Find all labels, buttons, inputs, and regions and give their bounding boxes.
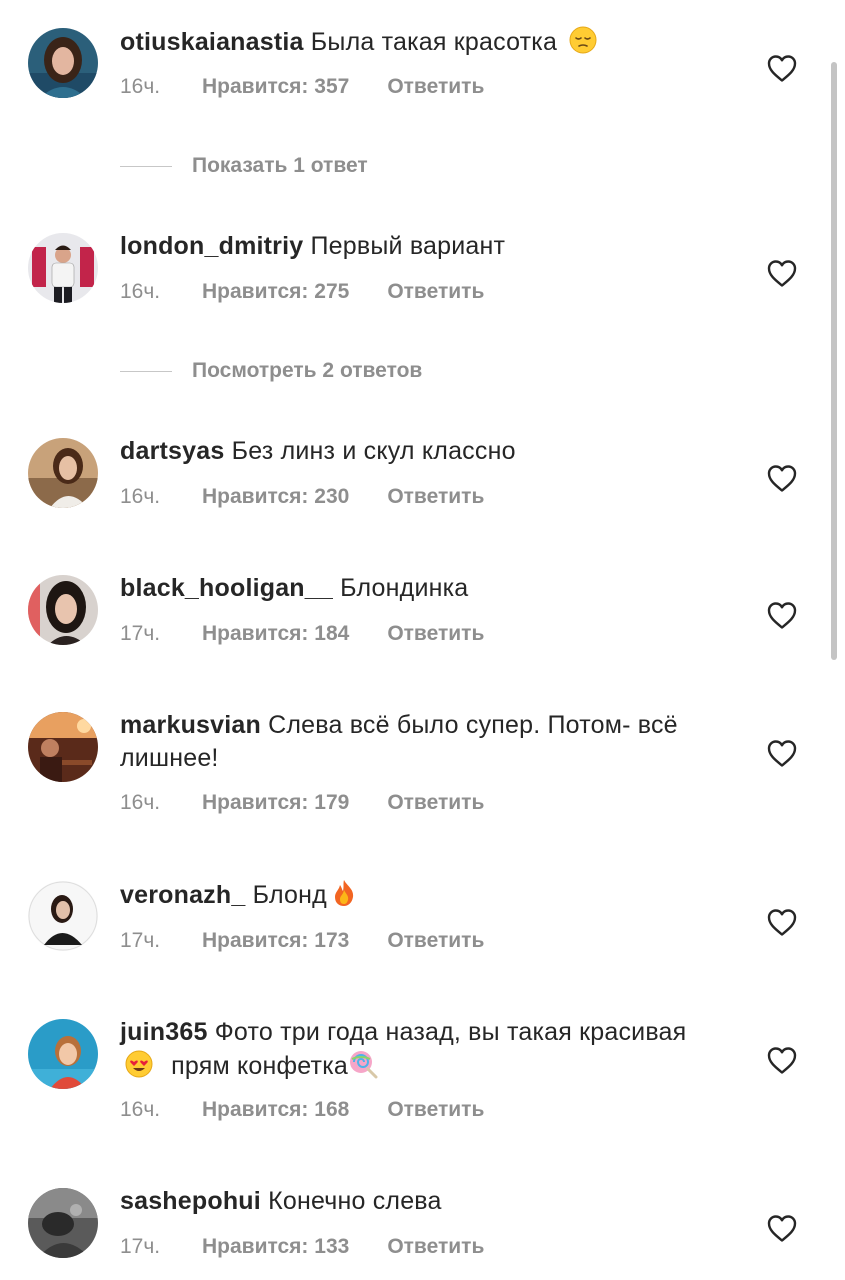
comment-text: dartsyas Без линз и скул классно: [120, 435, 720, 468]
timestamp: 17ч.: [120, 929, 161, 952]
likes-count[interactable]: Нравится: 230: [202, 485, 349, 509]
timestamp: 16ч.: [120, 791, 161, 814]
heart-outline-icon[interactable]: [766, 907, 798, 937]
lollipop-emoji: [350, 1051, 378, 1079]
fire-emoji: [334, 880, 354, 906]
likes-count[interactable]: Нравится: 184: [202, 622, 349, 646]
likes-count[interactable]: Нравится: 179: [202, 791, 349, 815]
avatar[interactable]: [28, 1188, 98, 1258]
username[interactable]: london_dmitriy: [120, 232, 303, 260]
view-replies-button[interactable]: Показать 1 ответ: [120, 151, 368, 181]
reply-button[interactable]: Ответить: [387, 622, 484, 646]
likes-count[interactable]: Нравится: 133: [202, 1235, 349, 1259]
heart-outline-icon[interactable]: [766, 1045, 798, 1075]
comment-text: black_hooligan__ Блондинка: [120, 572, 720, 605]
reply-button[interactable]: Ответить: [387, 791, 484, 815]
avatar[interactable]: [28, 28, 98, 98]
avatar[interactable]: [28, 438, 98, 508]
heart-outline-icon[interactable]: [766, 463, 798, 493]
comment-meta: 16ч. Нравится: 357 Ответить: [120, 75, 484, 99]
divider-line: [120, 165, 172, 167]
likes-count[interactable]: Нравится: 357: [202, 75, 349, 99]
comment-meta: 17ч. Нравится: 184 Ответить: [120, 622, 484, 646]
scrollbar[interactable]: [831, 62, 837, 660]
avatar[interactable]: [28, 712, 98, 782]
reply-button[interactable]: Ответить: [387, 485, 484, 509]
heart-outline-icon[interactable]: [766, 53, 798, 83]
divider-line: [120, 370, 172, 372]
comment-meta: 16ч. Нравится: 168 Ответить: [120, 1098, 484, 1122]
likes-count[interactable]: Нравится: 275: [202, 280, 349, 304]
comment-meta: 17ч. Нравится: 133 Ответить: [120, 1235, 484, 1259]
comment-body: Первый вариант: [310, 232, 506, 260]
username[interactable]: otiuskaianastia: [120, 28, 304, 56]
heart-outline-icon[interactable]: [766, 600, 798, 630]
avatar[interactable]: [28, 233, 98, 303]
comment-meta: 16ч. Нравится: 179 Ответить: [120, 791, 484, 815]
view-replies-button[interactable]: Посмотреть 2 ответов: [120, 356, 422, 386]
comment-text: markusvian Слева всё было супер. Потом- …: [120, 709, 720, 775]
comment-meta: 17ч. Нравится: 173 Ответить: [120, 929, 484, 953]
heart-outline-icon[interactable]: [766, 1213, 798, 1243]
timestamp: 16ч.: [120, 1098, 161, 1121]
comment-meta: 16ч. Нравится: 275 Ответить: [120, 280, 484, 304]
comment-text: veronazh_ Блонд: [120, 878, 720, 912]
comment-body: Была такая красотка: [310, 28, 558, 56]
username[interactable]: dartsyas: [120, 437, 224, 465]
comment-body: прям конфетка: [171, 1052, 348, 1080]
reply-button[interactable]: Ответить: [387, 929, 484, 953]
timestamp: 17ч.: [120, 1235, 161, 1258]
username[interactable]: juin365: [120, 1018, 208, 1046]
username[interactable]: black_hooligan__: [120, 574, 333, 602]
username[interactable]: sashepohui: [120, 1187, 261, 1215]
avatar[interactable]: [28, 575, 98, 645]
timestamp: 16ч.: [120, 280, 161, 303]
comment-text: london_dmitriy Первый вариант: [120, 230, 720, 263]
reply-button[interactable]: Ответить: [387, 1235, 484, 1259]
reply-button[interactable]: Ответить: [387, 75, 484, 99]
timestamp: 17ч.: [120, 622, 161, 645]
comment-text: juin365 Фото три года назад, вы такая кр…: [120, 1016, 720, 1083]
comment-body: Фото три года назад, вы такая красивая: [214, 1018, 687, 1046]
reply-button[interactable]: Ответить: [387, 1098, 484, 1122]
username[interactable]: veronazh_: [120, 881, 245, 909]
comment-body: Без линз и скул классно: [231, 437, 516, 465]
timestamp: 16ч.: [120, 75, 161, 98]
heart-outline-icon[interactable]: [766, 258, 798, 288]
avatar[interactable]: [28, 881, 98, 951]
reply-button[interactable]: Ответить: [387, 280, 484, 304]
comment-body: Конечно слева: [268, 1187, 442, 1215]
username[interactable]: markusvian: [120, 711, 261, 739]
heart-outline-icon[interactable]: [766, 738, 798, 768]
heart-eyes-emoji: [125, 1050, 153, 1078]
comment-body: Блонд: [252, 881, 327, 909]
comment-meta: 16ч. Нравится: 230 Ответить: [120, 485, 484, 509]
avatar[interactable]: [28, 1019, 98, 1089]
comment-text: sashepohui Конечно слева: [120, 1185, 720, 1218]
view-replies-label: Посмотреть 2 ответов: [192, 359, 423, 382]
comment-text: otiuskaianastia Была такая красотка: [120, 25, 720, 59]
view-replies-label: Показать 1 ответ: [192, 154, 368, 177]
likes-count[interactable]: Нравится: 173: [202, 929, 349, 953]
comment-body: Блондинка: [340, 574, 469, 602]
pensive-face-emoji: [569, 26, 597, 54]
timestamp: 16ч.: [120, 485, 161, 508]
likes-count[interactable]: Нравится: 168: [202, 1098, 349, 1122]
